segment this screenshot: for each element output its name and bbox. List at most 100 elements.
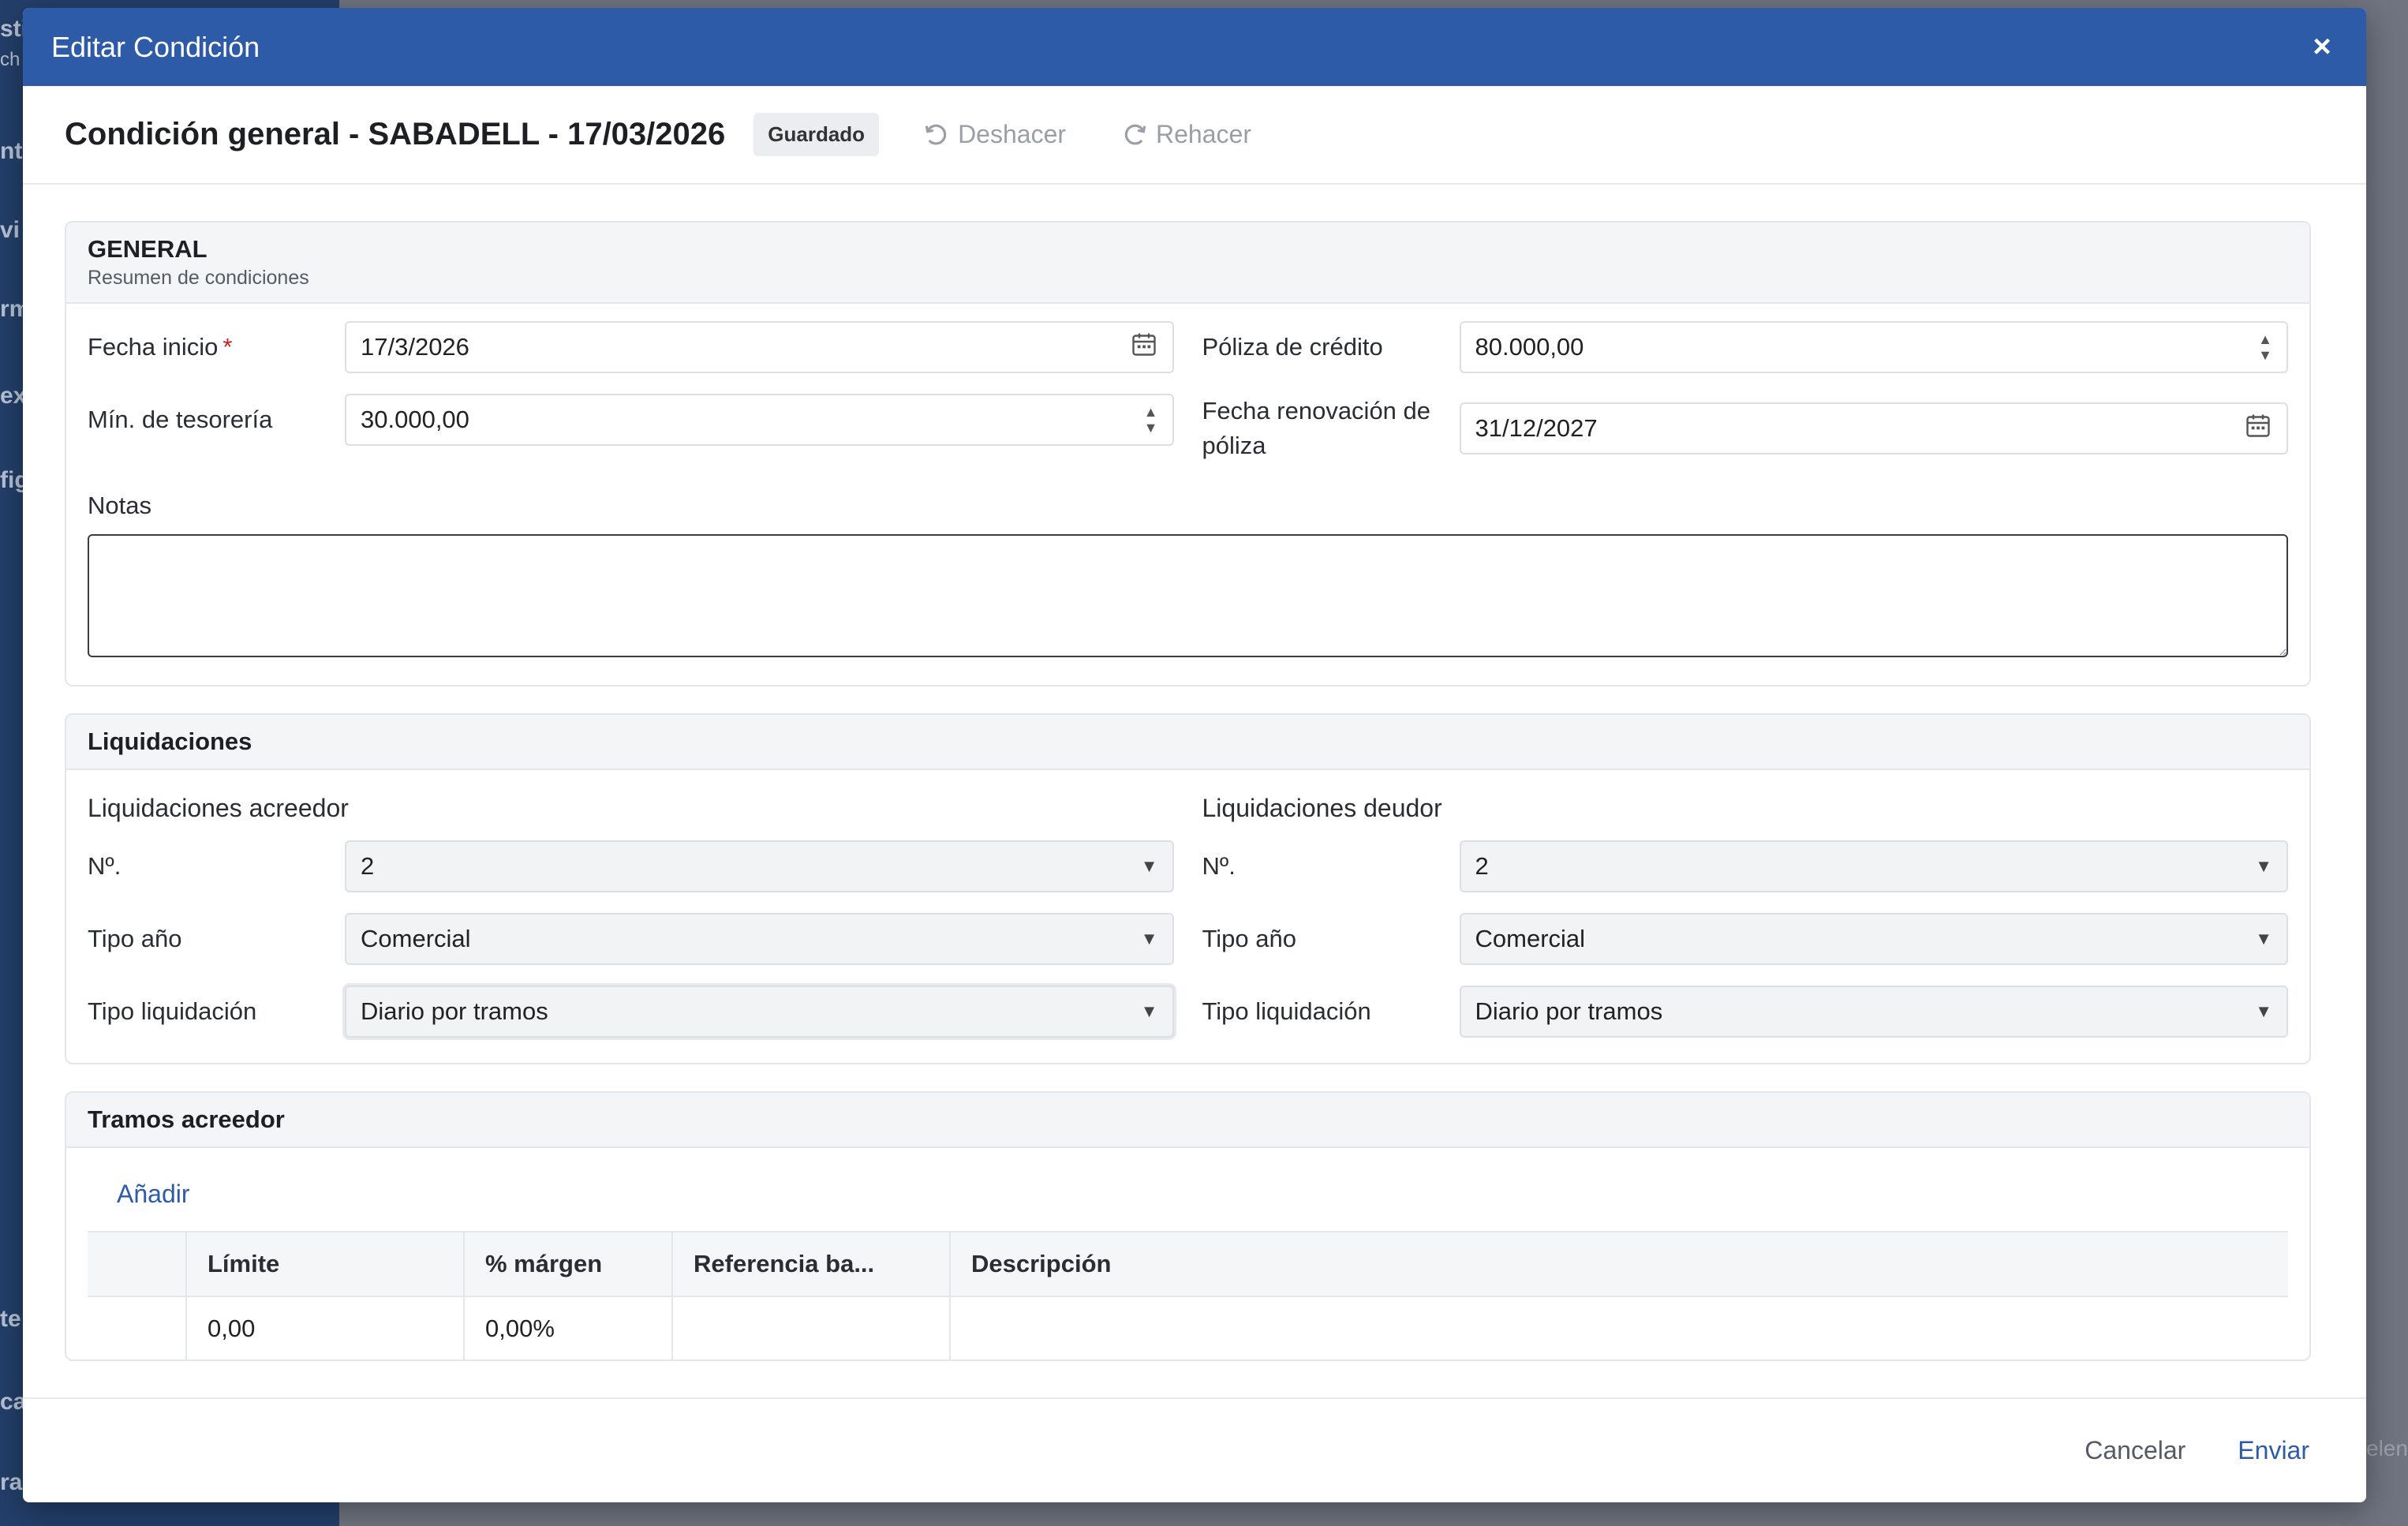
required-mark: * <box>222 333 233 361</box>
edit-condition-modal: Editar Condición × Condición general - S… <box>23 8 2366 1502</box>
saved-status-badge: Guardado <box>753 113 880 156</box>
column-header-reference[interactable]: Referencia ba... <box>672 1231 951 1297</box>
column-header-limit[interactable]: Límite <box>186 1231 465 1297</box>
general-panel-header: GENERAL Resumen de condiciones <box>66 223 2309 304</box>
notes-textarea[interactable] <box>88 534 2288 657</box>
notes-label: Notas <box>88 492 151 519</box>
creditor-tiers-title: Tramos acreedor <box>88 1105 285 1133</box>
table-header-row: Límite % márgen Referencia ba... Descrip… <box>88 1231 2288 1297</box>
add-tier-link[interactable]: Añadir <box>117 1180 190 1209</box>
renewal-date-input[interactable]: 31/12/2027 <box>1459 402 2288 454</box>
settlements-panel: Liquidaciones Liquidaciones acreedor Nº.… <box>65 713 2311 1064</box>
min-treasury-input[interactable]: 30.000,00 ▲ ▼ <box>345 394 1174 446</box>
general-panel-body: Fecha inicio * 17/3/2026 Mín. de tesorerí… <box>66 304 2309 685</box>
modal-header: Editar Condición × <box>23 8 2366 86</box>
background-text: vi <box>0 217 21 243</box>
calendar-icon[interactable] <box>2244 411 2272 446</box>
creditor-settlement-type-row: Tipo liquidación Diario por tramos ▼ <box>88 986 1174 1038</box>
debtor-year-type-value: Comercial <box>1475 925 1586 952</box>
start-date-value: 17/3/2026 <box>361 333 469 361</box>
background-text: elen <box>2366 1436 2408 1461</box>
min-treasury-row: Mín. de tesorería 30.000,00 ▲ ▼ <box>88 394 1174 446</box>
general-right-column: Póliza de crédito 80.000,00 ▲ ▼ Fecha ren… <box>1202 321 2288 484</box>
table-cell[interactable] <box>950 1296 2288 1360</box>
table-cell <box>88 1296 187 1360</box>
debtor-year-type-label: Tipo año <box>1202 925 1297 952</box>
modal-title: Editar Condición <box>51 30 260 63</box>
debtor-year-type-select[interactable]: Comercial ▼ <box>1459 913 2288 965</box>
general-left-column: Fecha inicio * 17/3/2026 Mín. de tesorerí… <box>88 321 1174 484</box>
settlements-panel-header: Liquidaciones <box>66 715 2309 770</box>
column-header-margin[interactable]: % márgen <box>464 1231 673 1297</box>
chevron-down-icon: ▼ <box>1140 929 1158 948</box>
min-treasury-label: Mín. de tesorería <box>88 406 273 433</box>
start-date-input[interactable]: 17/3/2026 <box>345 321 1174 373</box>
creditor-tiers-panel: Tramos acreedor Añadir Límite % márgen R… <box>65 1091 2311 1361</box>
general-subtitle: Resumen de condiciones <box>88 267 309 289</box>
general-panel: GENERAL Resumen de condiciones Fecha ini… <box>65 221 2311 686</box>
start-date-label: Fecha inicio * <box>88 330 345 365</box>
background-text: ch <box>0 49 21 70</box>
debtor-year-type-row: Tipo año Comercial ▼ <box>1202 913 2288 965</box>
modal-body: GENERAL Resumen de condiciones Fecha ini… <box>23 185 2366 1397</box>
chevron-down-icon: ▼ <box>1140 1001 1158 1021</box>
credit-policy-input[interactable]: 80.000,00 ▲ ▼ <box>1459 321 2288 373</box>
debtor-number-select[interactable]: 2 ▼ <box>1459 840 2288 892</box>
spin-down-icon[interactable]: ▼ <box>1144 420 1158 436</box>
table-cell[interactable] <box>672 1296 951 1360</box>
redo-button[interactable]: Rehacer <box>1121 120 1251 149</box>
column-header-select <box>88 1231 187 1297</box>
creditor-year-type-select[interactable]: Comercial ▼ <box>345 913 1174 965</box>
creditor-year-type-label: Tipo año <box>88 925 182 952</box>
settlements-title: Liquidaciones <box>88 727 252 755</box>
creditor-settlement-type-select[interactable]: Diario por tramos ▼ <box>345 986 1174 1038</box>
creditor-year-type-value: Comercial <box>361 925 471 952</box>
chevron-down-icon: ▼ <box>2255 856 2272 876</box>
creditor-number-select[interactable]: 2 ▼ <box>345 840 1174 892</box>
start-date-label-text: Fecha inicio <box>88 333 219 361</box>
spin-down-icon[interactable]: ▼ <box>2258 347 2272 363</box>
close-icon[interactable]: × <box>2306 29 2338 65</box>
table-row[interactable]: 0,00 0,00% <box>88 1296 2288 1360</box>
creditor-number-label: Nº. <box>88 852 122 880</box>
background-text: te <box>0 1306 21 1332</box>
renewal-date-value: 31/12/2027 <box>1475 414 1598 442</box>
table-cell[interactable]: 0,00 <box>186 1296 465 1360</box>
calendar-icon[interactable] <box>1130 330 1158 365</box>
send-button[interactable]: Enviar <box>2238 1436 2309 1465</box>
credit-policy-row: Póliza de crédito 80.000,00 ▲ ▼ <box>1202 321 2288 373</box>
debtor-settlement-type-label: Tipo liquidación <box>1202 997 1371 1025</box>
debtor-settlement-type-select[interactable]: Diario por tramos ▼ <box>1459 986 2288 1038</box>
renewal-date-label: Fecha renovación de póliza <box>1202 397 1431 459</box>
start-date-row: Fecha inicio * 17/3/2026 <box>88 321 1174 373</box>
document-header: Condición general - SABADELL - 17/03/202… <box>23 86 2366 185</box>
chevron-down-icon: ▼ <box>1140 856 1158 876</box>
creditor-year-type-row: Tipo año Comercial ▼ <box>88 913 1174 965</box>
redo-icon <box>1124 124 1146 144</box>
table-cell[interactable]: 0,00% <box>464 1296 673 1360</box>
undo-icon <box>925 124 947 144</box>
redo-label: Rehacer <box>1156 120 1251 148</box>
credit-policy-label: Póliza de crédito <box>1202 333 1383 361</box>
creditor-settlement-type-label: Tipo liquidación <box>88 997 257 1025</box>
chevron-down-icon: ▼ <box>2255 1001 2272 1021</box>
column-header-description[interactable]: Descripción <box>950 1231 2288 1297</box>
creditor-tiers-panel-body: Añadir Límite % márgen Referencia ba... … <box>66 1148 2309 1360</box>
background-text: nt <box>0 138 23 164</box>
number-spinner[interactable]: ▲ ▼ <box>1144 404 1158 436</box>
spin-up-icon[interactable]: ▲ <box>1144 404 1158 420</box>
number-spinner[interactable]: ▲ ▼ <box>2258 331 2272 363</box>
debtor-settlement-type-row: Tipo liquidación Diario por tramos ▼ <box>1202 986 2288 1038</box>
undo-button[interactable]: Deshacer <box>923 120 1066 149</box>
tiers-table: Límite % márgen Referencia ba... Descrip… <box>88 1231 2288 1360</box>
general-title: GENERAL <box>88 235 208 263</box>
creditor-settlements-title: Liquidaciones acreedor <box>88 794 349 822</box>
debtor-settlements-column: Liquidaciones deudor Nº. 2 ▼ Tipo año Co <box>1202 787 2288 1058</box>
credit-policy-value: 80.000,00 <box>1475 333 1584 361</box>
cancel-button[interactable]: Cancelar <box>2085 1436 2186 1465</box>
creditor-number-value: 2 <box>361 852 375 880</box>
renewal-date-row: Fecha renovación de póliza 31/12/2027 <box>1202 394 2288 463</box>
background-text: ra <box>0 1469 23 1495</box>
spin-up-icon[interactable]: ▲ <box>2258 331 2272 347</box>
undo-label: Deshacer <box>958 120 1067 148</box>
